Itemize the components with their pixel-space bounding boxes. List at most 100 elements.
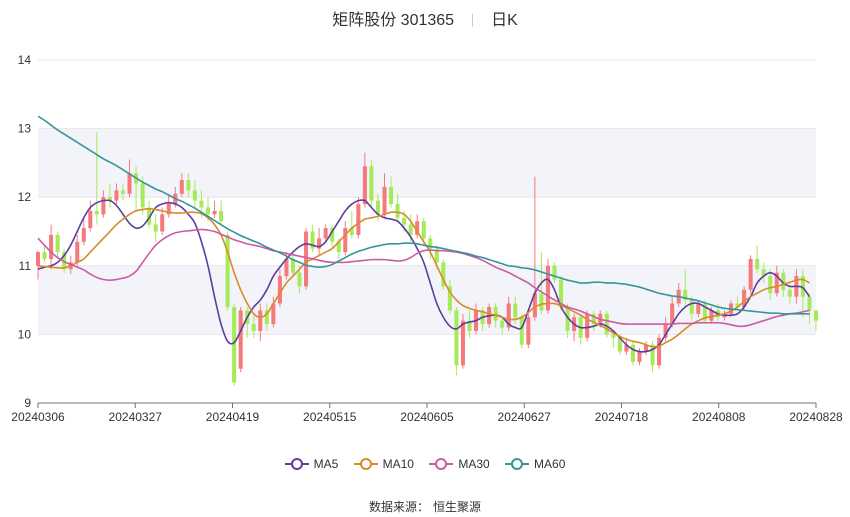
candle xyxy=(441,258,446,290)
candle-body xyxy=(585,313,590,338)
candle xyxy=(460,313,465,369)
candle xyxy=(369,159,374,208)
candle-body xyxy=(382,186,387,215)
legend-marker-ma30 xyxy=(429,457,454,471)
legend-label-ma10: MA10 xyxy=(382,457,414,471)
candle xyxy=(748,255,753,294)
candle xyxy=(55,231,60,259)
candle-body xyxy=(212,210,217,215)
candle-body xyxy=(402,217,407,225)
candle-body xyxy=(199,200,204,208)
candle-body xyxy=(160,214,165,232)
candle-body xyxy=(140,183,145,208)
candle xyxy=(657,334,662,369)
legend-marker-ma60 xyxy=(505,457,530,471)
candle-body xyxy=(369,166,374,201)
x-tick-label: 20240828 xyxy=(789,410,843,424)
y-tick-label: 12 xyxy=(18,190,32,204)
candle xyxy=(49,224,54,270)
legend-item-ma5[interactable]: MA5 xyxy=(284,457,338,471)
candle xyxy=(349,210,354,239)
candle-body xyxy=(689,300,694,314)
candle-body xyxy=(813,310,819,321)
source-label: 数据来源： xyxy=(368,500,429,514)
candle-body xyxy=(232,306,237,383)
candle xyxy=(153,214,158,242)
candle-body xyxy=(88,210,93,229)
candle-body xyxy=(219,210,224,222)
candle-body xyxy=(500,320,505,328)
candle-body xyxy=(42,252,47,259)
candle-body xyxy=(513,303,518,318)
candle xyxy=(519,313,524,349)
y-tick-label: 13 xyxy=(18,122,32,136)
candle xyxy=(343,221,348,256)
candle-body xyxy=(787,289,792,297)
candle-body xyxy=(552,265,557,280)
candle-body xyxy=(768,276,773,294)
x-tick-label: 20240627 xyxy=(498,410,552,424)
candle xyxy=(304,228,309,290)
candle-body xyxy=(238,310,243,369)
candle-body xyxy=(179,180,184,194)
legend-item-ma30[interactable]: MA30 xyxy=(429,457,490,471)
candle-body xyxy=(421,221,426,239)
kline-chart[interactable]: 91011121314 20240306 20240327 20240419 2024… xyxy=(0,0,850,517)
candle-body xyxy=(755,258,760,270)
candle-body xyxy=(55,234,60,253)
legend-item-ma60[interactable]: MA60 xyxy=(505,457,565,471)
candle-body xyxy=(323,228,328,239)
candle xyxy=(630,341,635,366)
candle xyxy=(317,228,322,256)
candle-body xyxy=(454,310,459,366)
candle xyxy=(454,306,459,376)
candle-body xyxy=(526,317,531,345)
candle-body xyxy=(408,224,413,235)
legend-label-ma30: MA30 xyxy=(458,457,490,471)
candle-body xyxy=(748,258,753,290)
candle xyxy=(643,341,649,355)
candle-body xyxy=(153,224,158,232)
legend: MA5 MA10 MA30 MA60 xyxy=(0,457,850,474)
x-tick-label: 20240515 xyxy=(303,410,357,424)
candle xyxy=(545,258,550,314)
grid-band xyxy=(38,128,816,198)
legend-item-ma10[interactable]: MA10 xyxy=(353,457,414,471)
x-tick-label: 20240718 xyxy=(595,410,649,424)
x-tick-label: 20240419 xyxy=(206,410,260,424)
x-axis: 20240306 20240327 20240419 20240515 20240605… xyxy=(11,402,843,424)
x-tick-label: 20240808 xyxy=(692,410,746,424)
candle-body xyxy=(120,190,126,194)
candle xyxy=(356,197,361,239)
candle-body xyxy=(493,306,498,321)
candle-body xyxy=(192,190,197,201)
candle-body xyxy=(205,207,211,215)
candle-body xyxy=(460,320,465,366)
x-tick-label: 20240605 xyxy=(400,410,454,424)
candle xyxy=(604,310,609,338)
candle-body xyxy=(696,303,701,314)
candle-body xyxy=(127,173,132,194)
candle-body xyxy=(49,234,54,259)
y-tick-label: 10 xyxy=(18,327,32,341)
data-source: 数据来源： 恒生聚源 xyxy=(0,498,850,515)
candle-body xyxy=(81,228,86,242)
candle-body xyxy=(604,313,609,335)
candle-body xyxy=(75,241,80,263)
x-tick-label: 20240306 xyxy=(11,410,65,424)
candle-body xyxy=(637,351,642,362)
candle-body xyxy=(630,344,635,362)
grid-band xyxy=(38,265,816,335)
y-axis-ticks: 9 10 11 12 13 14 xyxy=(18,53,32,410)
candle-body xyxy=(251,324,256,331)
legend-marker-ma10 xyxy=(353,457,378,471)
y-tick-label: 11 xyxy=(19,259,32,273)
candle xyxy=(526,313,531,349)
candle-body xyxy=(343,228,348,253)
candle-body xyxy=(539,293,544,311)
candle-body xyxy=(389,186,394,205)
candle xyxy=(578,313,583,345)
candle-body xyxy=(395,204,400,218)
candle xyxy=(532,176,537,321)
candle-body xyxy=(807,296,812,311)
